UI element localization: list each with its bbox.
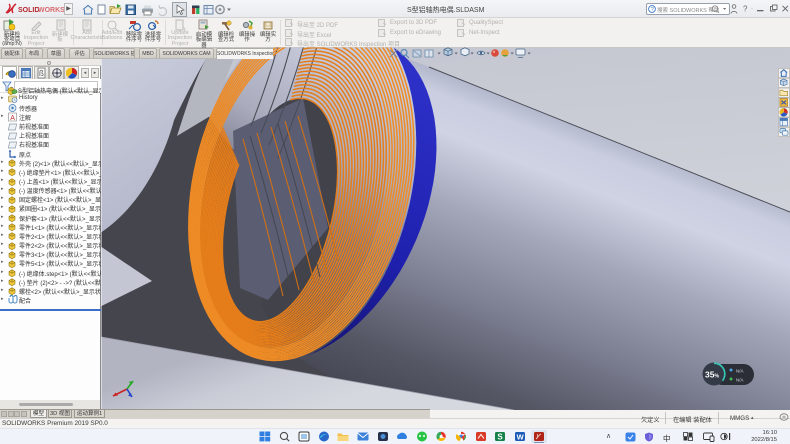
svg-text:N/A: N/A — [736, 369, 744, 374]
svg-text:N/A: N/A — [736, 378, 744, 383]
svg-text:ß: ß — [39, 69, 44, 78]
svg-text:W: W — [516, 432, 524, 441]
svg-text:S: S — [498, 433, 504, 442]
